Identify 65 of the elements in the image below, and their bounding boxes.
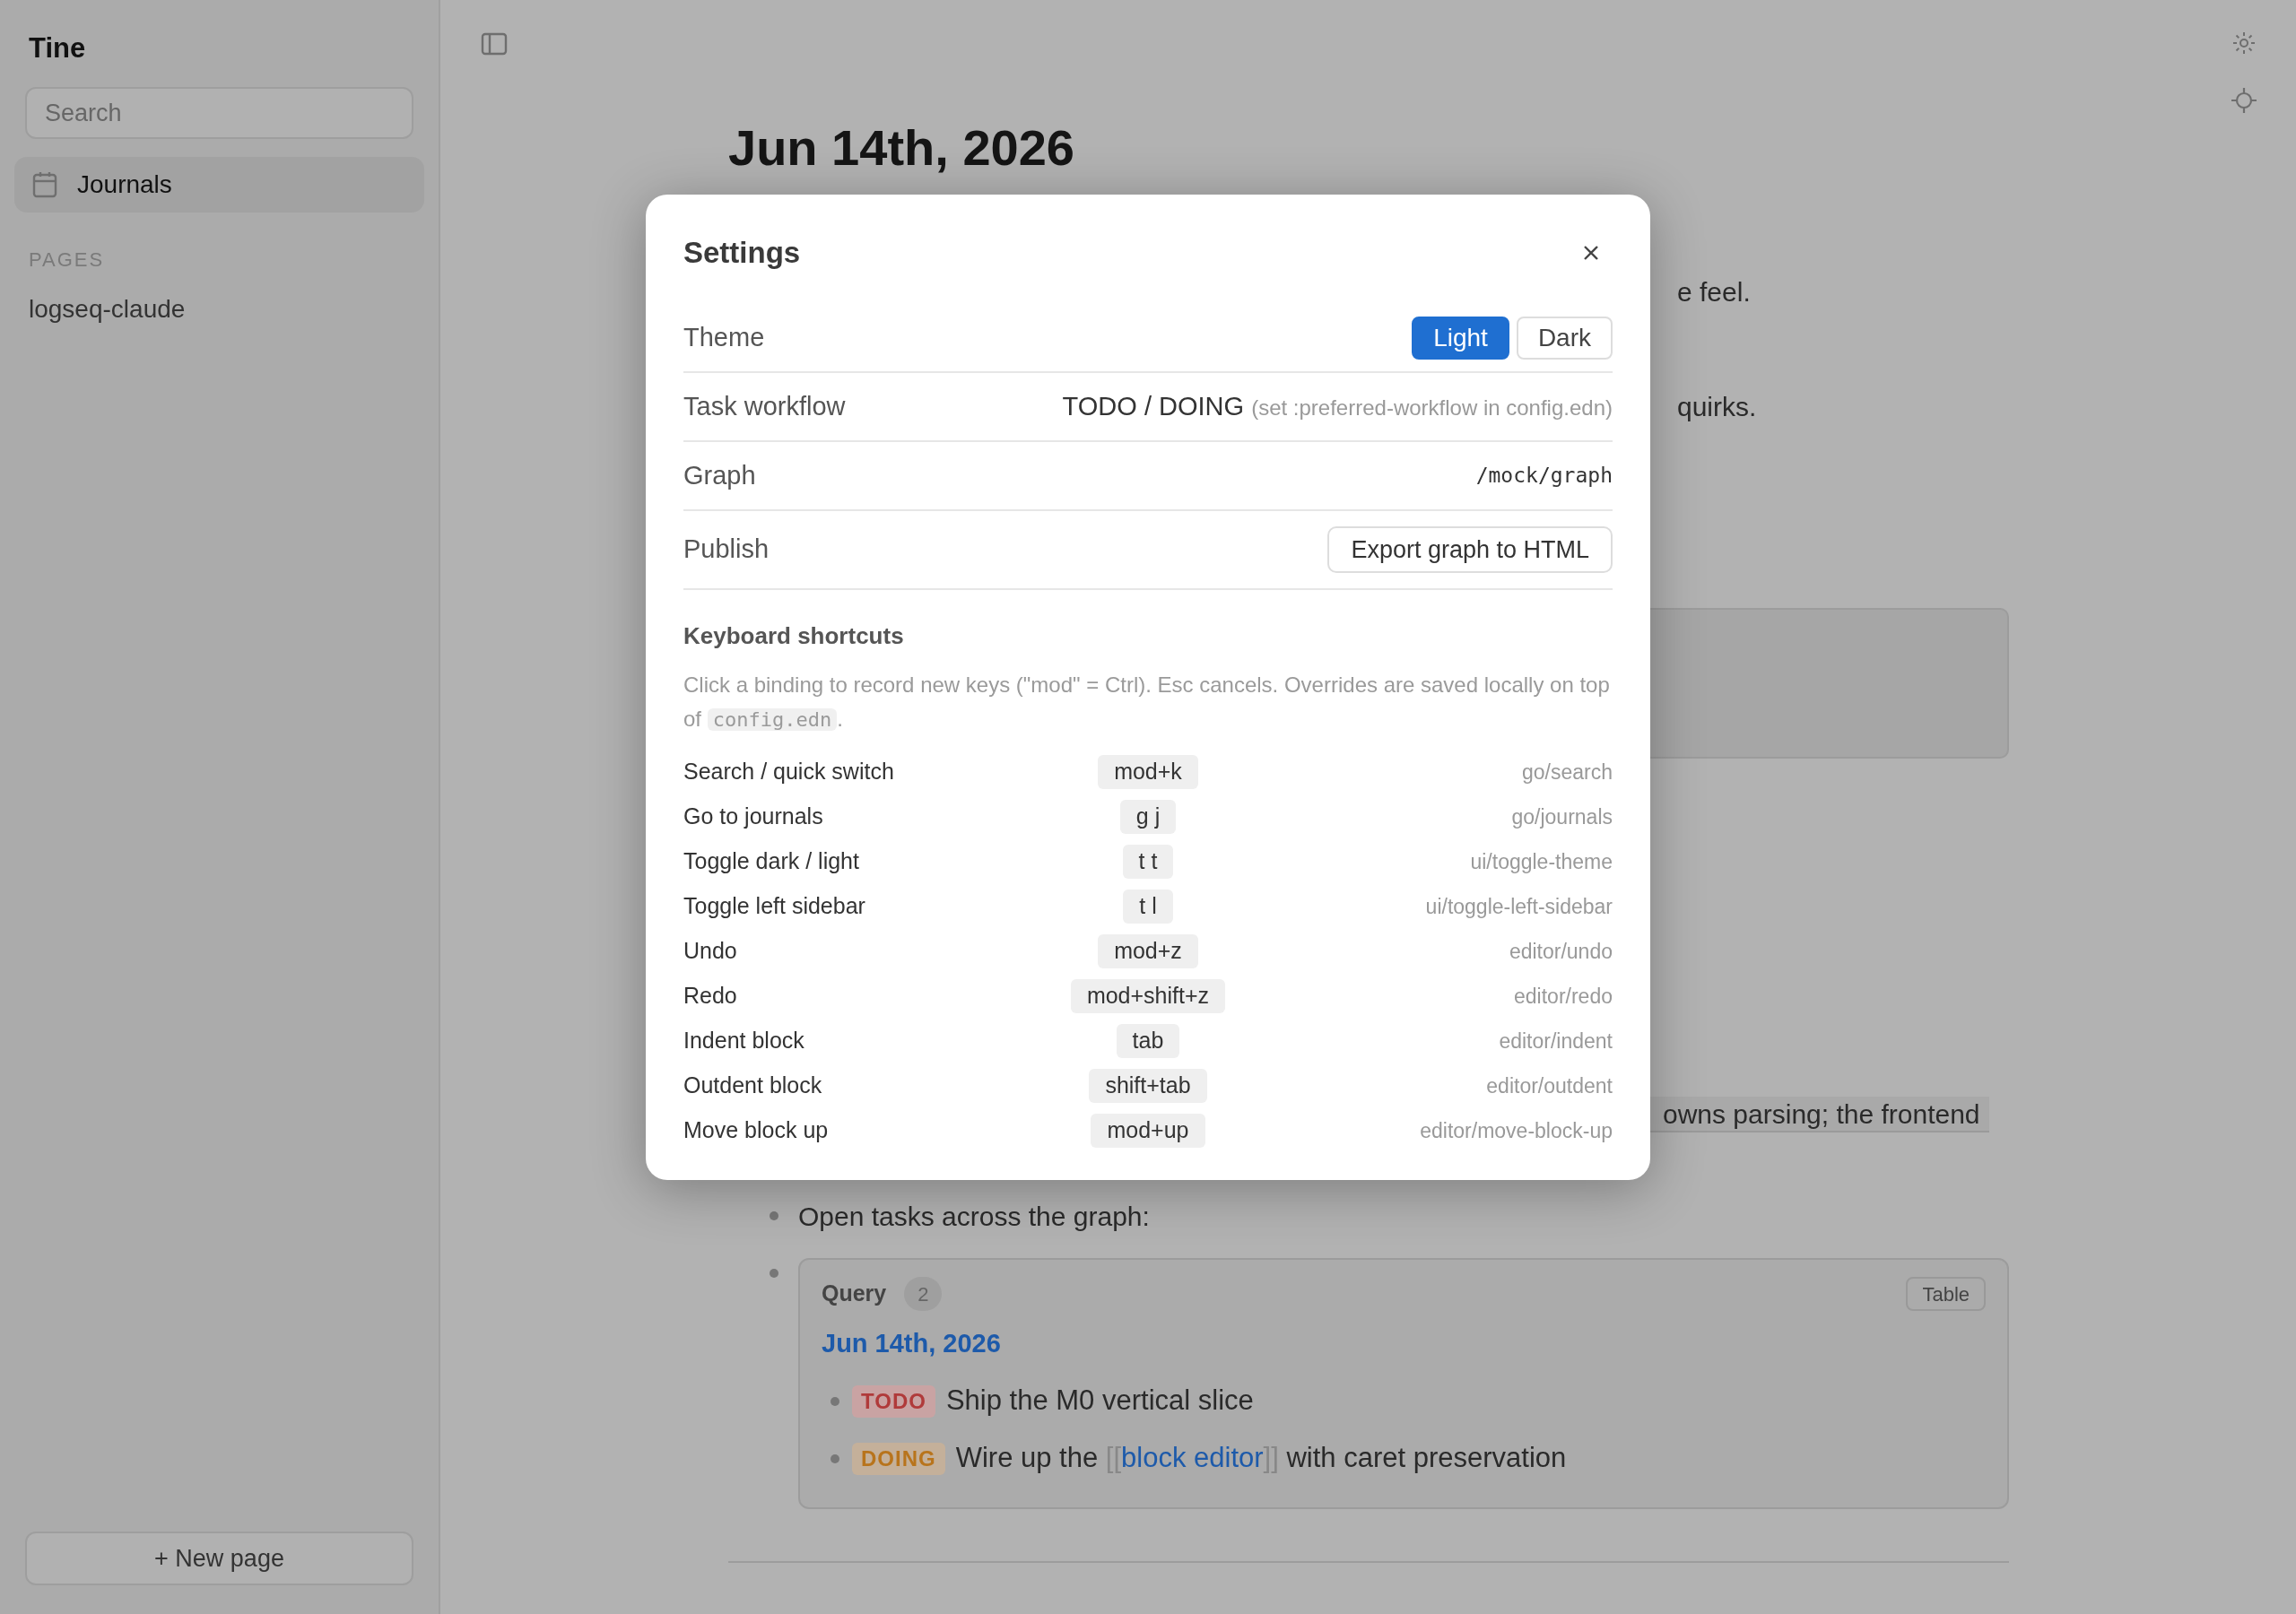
- action-id: editor/outdent: [1485, 1072, 1613, 1099]
- action-id: editor/redo: [1513, 983, 1613, 1010]
- shortcut-label: Move block up: [683, 1116, 830, 1145]
- page-link[interactable]: logseq-claude: [14, 291, 424, 328]
- setting-label: Publish: [683, 534, 770, 566]
- search-field[interactable]: Search: [25, 87, 413, 139]
- task-text: Ship the M0 vertical slice: [945, 1384, 1254, 1419]
- export-button[interactable]: Export graph to HTML: [1327, 526, 1613, 573]
- bullet-icon: [770, 1269, 778, 1278]
- bullet-icon: [770, 1211, 778, 1220]
- shortcut-label: Toggle dark / light: [683, 847, 860, 876]
- section-heading: Keyboard shortcuts: [683, 621, 905, 650]
- setting-label: Task workflow: [683, 390, 846, 422]
- sidebar-toggle-icon[interactable]: [481, 32, 508, 56]
- key-binding[interactable]: mod+k: [1098, 755, 1198, 789]
- task-marker: DOING: [852, 1442, 945, 1475]
- nav-item[interactable]: Journals: [14, 157, 424, 213]
- key-binding[interactable]: t t: [1122, 845, 1174, 879]
- key-binding[interactable]: mod+z: [1098, 934, 1198, 968]
- shortcut-label: Outdent block: [683, 1072, 823, 1100]
- shortcut-label: Search / quick switch: [683, 758, 895, 786]
- highlighted-text: owns parsing; the frontend: [1650, 1097, 1989, 1132]
- bullet-icon: [831, 1396, 839, 1406]
- app-title: Tine: [28, 31, 87, 65]
- shortcut-label: Toggle left sidebar: [683, 892, 866, 921]
- shortcuts-description: Click a binding to record new keys ("mod" = Ctrl). Esc cancels. Overrides are saved locally on top of config.edn .: [683, 672, 1611, 733]
- new-page-button[interactable]: + New page: [25, 1532, 413, 1585]
- setting-label: Graph: [683, 459, 756, 491]
- key-binding[interactable]: mod+up: [1091, 1114, 1205, 1148]
- bullet-icon: [831, 1453, 839, 1463]
- action-id: editor/move-block-up: [1419, 1117, 1613, 1144]
- action-id: ui/toggle-left-sidebar: [1424, 893, 1613, 920]
- sun-icon[interactable]: [2231, 30, 2257, 56]
- page-title: Jun 14th, 2026: [728, 119, 1075, 177]
- count-badge: 2: [904, 1277, 943, 1311]
- action-id: ui/toggle-theme: [1469, 848, 1613, 875]
- action-id: go/journals: [1510, 803, 1613, 830]
- close-icon[interactable]: [1582, 244, 1600, 262]
- query-label: Query: [822, 1280, 887, 1308]
- block-text: quirks.: [1677, 391, 1757, 423]
- theme-option[interactable]: Dark: [1516, 316, 1613, 360]
- key-binding[interactable]: tab: [1116, 1024, 1180, 1058]
- key-binding[interactable]: g j: [1119, 800, 1177, 834]
- setting-value: /mock/graph: [1475, 463, 1613, 490]
- dialog-title: Settings: [683, 235, 801, 272]
- task-text: Wire up the [[block editor]] with caret preservation: [955, 1441, 1567, 1476]
- shortcut-label: Indent block: [683, 1027, 805, 1055]
- shortcut-label: Undo: [683, 937, 738, 966]
- crosshair-icon[interactable]: [2230, 86, 2258, 115]
- calendar-icon: [32, 171, 57, 198]
- view-toggle-button[interactable]: Table: [1906, 1277, 1986, 1311]
- theme-option[interactable]: Light: [1412, 316, 1509, 360]
- key-binding[interactable]: shift+tab: [1089, 1069, 1207, 1103]
- shortcut-label: Redo: [683, 982, 738, 1011]
- key-binding[interactable]: mod+shift+z: [1070, 979, 1226, 1013]
- setting-label: Theme: [683, 321, 765, 353]
- action-id: editor/indent: [1498, 1028, 1613, 1054]
- shortcut-label: Go to journals: [683, 803, 824, 831]
- block-text: Open tasks across the graph:: [798, 1200, 1150, 1233]
- key-binding[interactable]: t l: [1123, 889, 1173, 924]
- task-marker: TODO: [852, 1384, 935, 1418]
- setting-value: TODO / DOING (set :preferred-workflow in config.edn): [1062, 390, 1613, 422]
- action-id: editor/undo: [1508, 938, 1613, 965]
- action-id: go/search: [1521, 759, 1613, 785]
- block-text: e feel.: [1677, 276, 1751, 308]
